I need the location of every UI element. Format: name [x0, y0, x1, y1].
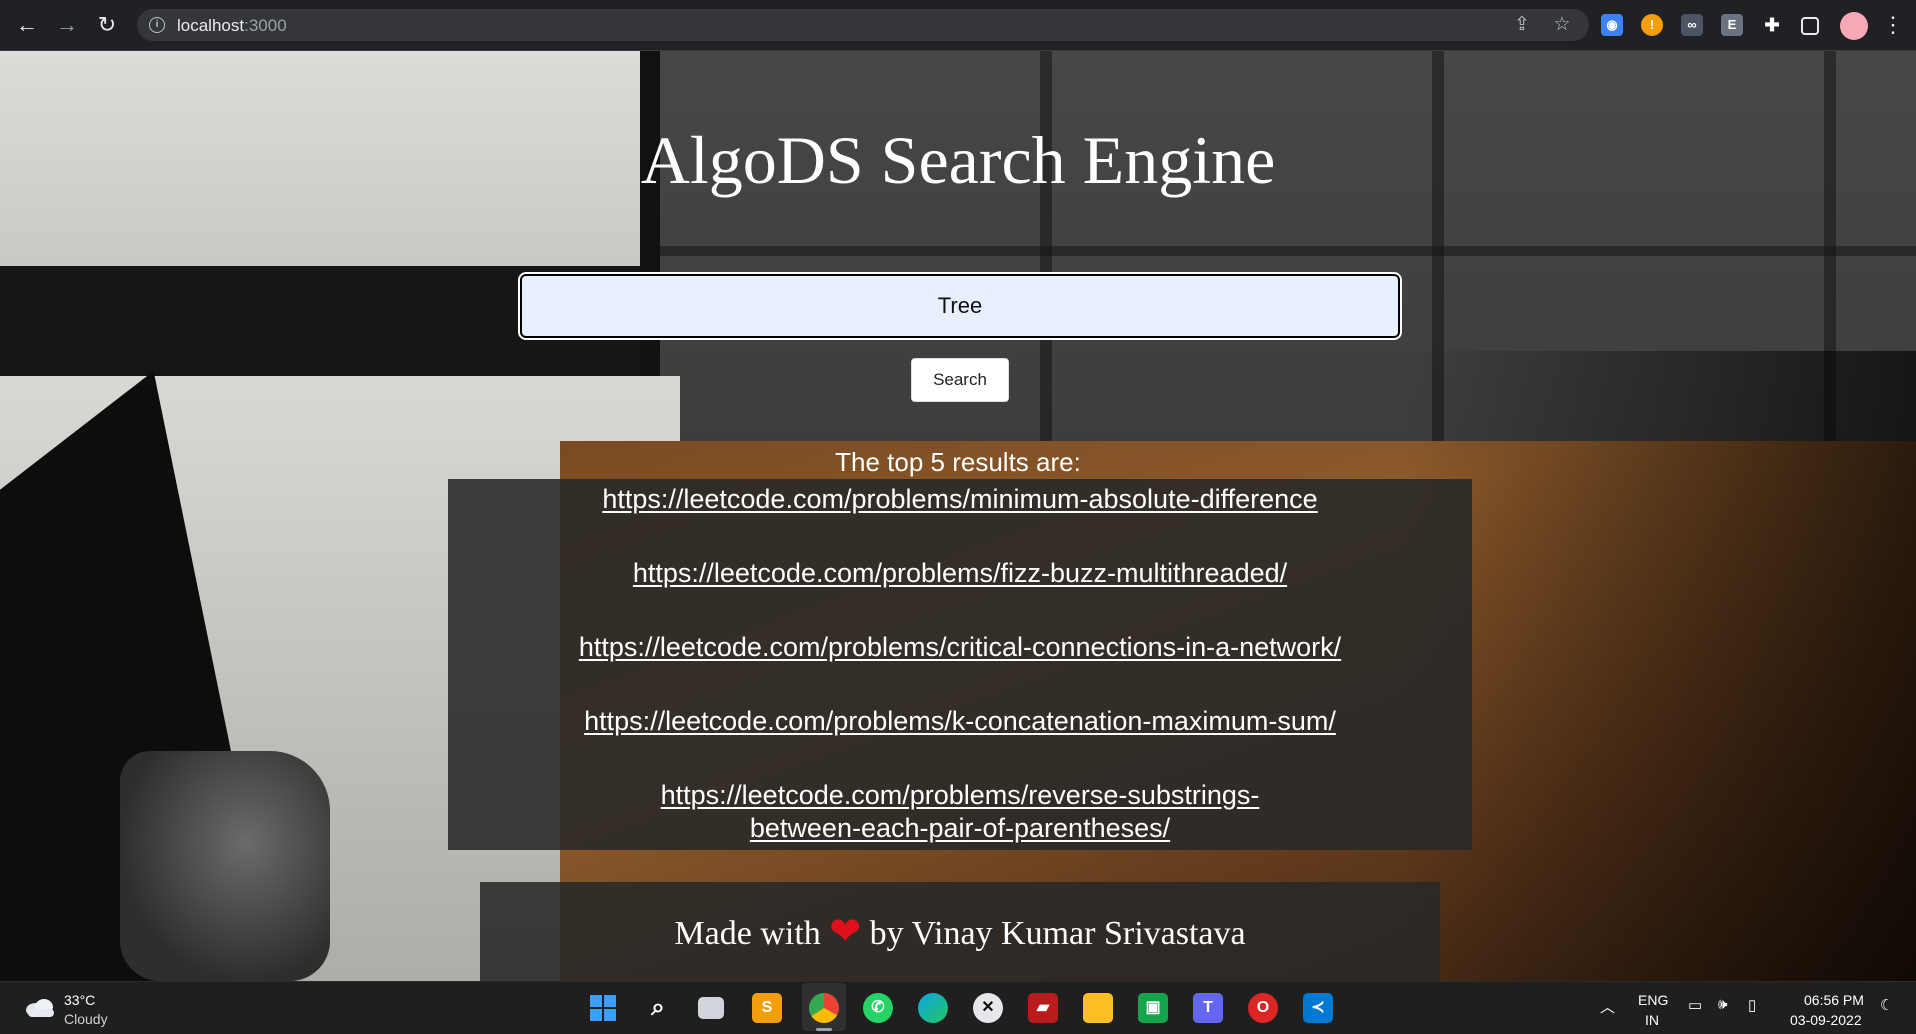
page-title: AlgoDS Search Engine — [640, 122, 1276, 198]
weather-temperature[interactable]: 33°C — [64, 992, 95, 1008]
region-indicator[interactable]: IN — [1645, 1012, 1659, 1028]
whatsapp-icon[interactable]: ✆ — [863, 993, 893, 1023]
clock-time[interactable]: 06:56 PM — [1804, 992, 1864, 1008]
menu-kebab-icon[interactable]: ⋮ — [1880, 12, 1906, 38]
vscode-icon[interactable]: ≺ — [1303, 993, 1333, 1023]
battery-icon[interactable]: ▯ — [1748, 996, 1756, 1014]
network-icon[interactable]: ▭ — [1688, 996, 1702, 1014]
sublime-text-icon[interactable]: S — [752, 993, 782, 1023]
footer-text-after: by Vinay Kumar Srivastava — [869, 915, 1246, 952]
show-hidden-icons-chevron-icon[interactable]: ︿ — [1600, 996, 1615, 1017]
search-taskbar-icon[interactable]: ⌕ — [643, 993, 673, 1023]
address-url: localhost:3000 — [177, 16, 287, 36]
share-icon[interactable]: ⇪ — [1510, 13, 1534, 37]
profile-avatar-icon[interactable] — [1840, 12, 1868, 40]
reload-icon[interactable]: ↻ — [94, 12, 120, 38]
results-panel: https://leetcode.com/problems/minimum-ab… — [448, 479, 1472, 850]
chrome-running-indicator — [816, 1028, 832, 1031]
result-link[interactable]: https://leetcode.com/problems/k-concaten… — [448, 705, 1472, 738]
extensions-puzzle-icon[interactable]: ✚ — [1761, 14, 1783, 36]
back-icon[interactable]: ← — [14, 12, 40, 38]
task-view-icon[interactable] — [698, 997, 724, 1019]
extension-e-icon[interactable]: E — [1721, 14, 1743, 36]
address-bar[interactable]: i localhost:3000 — [137, 9, 1589, 41]
footer-text-before: Made with — [674, 915, 821, 952]
chat-app-icon[interactable]: ▣ — [1138, 993, 1168, 1023]
site-info-icon[interactable]: i — [149, 17, 165, 33]
extension-glasses-icon[interactable]: ∞ — [1681, 14, 1703, 36]
weather-description[interactable]: Cloudy — [64, 1011, 108, 1027]
game-app-icon[interactable]: ▰ — [1028, 993, 1058, 1023]
edge-icon[interactable] — [918, 993, 948, 1023]
footer: Made with ❤ by Vinay Kumar Srivastava — [480, 882, 1440, 981]
windows-taskbar: 33°C Cloudy ⌕ S ✆ ✕ ▰ ▣ T O ≺ ︿ ENG IN ▭… — [0, 981, 1916, 1034]
extension-owl-icon[interactable]: ◉ — [1601, 14, 1623, 36]
teams-icon[interactable]: T — [1193, 993, 1223, 1023]
result-link[interactable]: https://leetcode.com/problems/critical-c… — [448, 631, 1472, 664]
chrome-icon[interactable] — [809, 993, 839, 1023]
cloud-icon[interactable] — [24, 996, 56, 1018]
search-button[interactable]: Search — [911, 358, 1009, 402]
search-input[interactable] — [518, 272, 1402, 340]
volume-icon[interactable]: 🕪 — [1718, 996, 1727, 1013]
side-panel-icon[interactable] — [1801, 17, 1819, 35]
opera-icon[interactable]: O — [1248, 993, 1278, 1023]
url-host: localhost — [177, 16, 245, 35]
result-link[interactable]: https://leetcode.com/problems/reverse-su… — [660, 779, 1260, 845]
xbox-icon[interactable]: ✕ — [973, 993, 1003, 1023]
url-port: :3000 — [244, 16, 287, 35]
file-explorer-icon[interactable] — [1083, 993, 1113, 1023]
extension-alert-icon[interactable]: ! — [1641, 14, 1663, 36]
footer-credit: Made with ❤ by Vinay Kumar Srivastava — [480, 912, 1440, 954]
result-link[interactable]: https://leetcode.com/problems/fizz-buzz-… — [448, 557, 1472, 590]
clock-date[interactable]: 03-09-2022 — [1790, 1012, 1862, 1028]
language-indicator[interactable]: ENG — [1638, 992, 1668, 1008]
heart-icon: ❤ — [829, 911, 862, 953]
notification-moon-icon[interactable]: ☾ — [1880, 996, 1893, 1014]
forward-icon[interactable]: → — [54, 12, 80, 38]
result-link[interactable]: https://leetcode.com/problems/minimum-ab… — [448, 483, 1472, 516]
background-mug — [120, 751, 330, 981]
start-icon[interactable] — [588, 993, 618, 1023]
browser-toolbar: ← → ↻ i localhost:3000 ⇪ ☆ ◉ ! ∞ E ✚ ⋮ — [0, 0, 1916, 51]
bookmark-star-icon[interactable]: ☆ — [1550, 13, 1574, 37]
results-heading: The top 5 results are: — [835, 447, 1081, 477]
